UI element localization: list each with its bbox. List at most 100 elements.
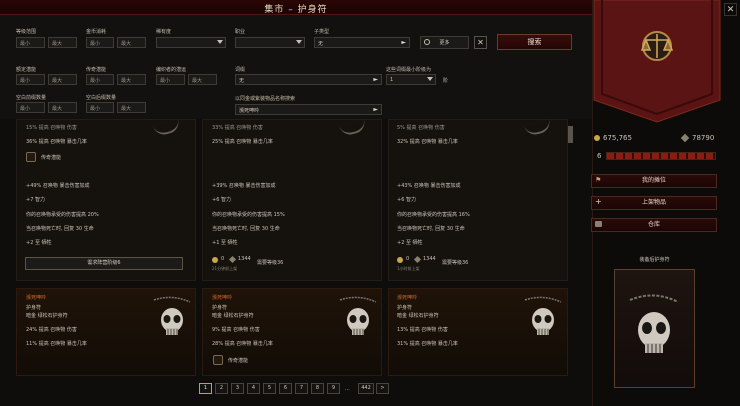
skull-amulet-icon [524,296,562,335]
affix-label: 词缀 [235,67,246,73]
card1-line-1: +7 智力 [26,197,45,203]
class-select[interactable] [235,37,305,48]
page-button-2[interactable]: 2 [215,383,228,394]
card1-line-2: 你的召唤物承受的伤害提高 20% [26,212,99,218]
results-scrollbar[interactable] [568,126,573,143]
card1-crit-line: 36% 提高 召唤物 暴击几率 [26,139,87,145]
card1-line-0: +49% 召唤物 暴击伤害加成 [26,183,90,189]
cost-max-input[interactable]: 最大 [117,37,146,48]
card4-subtype: 暗金 绿松石护身符 [26,313,68,319]
card4-type: 护身符 [26,305,42,311]
gold-potential-label: 额定潜能 [16,67,37,73]
subtype-select[interactable]: 无 ► [314,37,410,48]
card6-name: 濒死呻吟 [397,295,418,301]
skull-amulet-icon [339,296,377,335]
more-button[interactable]: 更多 [420,36,469,49]
legend-potential-label: 传奇潜能 [86,67,107,73]
thread-count-label: 编织者的潜运 [156,67,187,73]
card2-listed-time: 21分钟前上架 [212,266,238,271]
affix-select[interactable]: 无 ► [235,74,382,85]
card2-line-0: +39% 召唤物 暴击伤害加成 [212,183,276,189]
card2-stock: 0 [221,256,225,262]
faction-level: 6 [597,152,602,160]
page-button-3[interactable]: 3 [231,383,244,394]
legendary-potential-icon [26,152,36,162]
pagination-ellipsis: ... [345,386,350,392]
list-item-button[interactable]: 上架物品 [591,196,717,210]
thread-min-input[interactable]: 最小 [156,74,185,85]
card5-subtype: 暗金 绿松石护身符 [212,313,254,319]
gold-coin-icon [397,257,403,263]
card4-name: 濒死呻吟 [26,295,47,301]
chevron-down-icon [296,40,302,44]
plus-circle-icon [424,39,430,45]
card6-crit-line: 31% 提高 召唤物 暴击几率 [397,341,458,347]
card2-price: 1344 [238,256,251,262]
card1-legend-label: 传奇潜能 [41,155,62,161]
card4-damage-line: 24% 提高 召唤物 伤害 [26,327,77,333]
affix-min-level-select[interactable]: 1 [386,74,436,85]
cost-min-input[interactable]: 最小 [86,37,114,48]
storage-button[interactable]: 仓库 [591,218,717,232]
faction-requirement-button[interactable]: 需求阵营阶级6 [25,257,183,270]
affix-min-level-label: 这些词缀最小阶级为 [386,67,432,73]
rarity-select[interactable] [156,37,226,48]
next-page-button[interactable]: > [376,383,389,394]
level-min-input[interactable]: 最小 [16,37,45,48]
page-button-1[interactable]: 1 [199,383,212,394]
card1-partial-line: 15% 提高 召唤物 伤害 [26,125,77,131]
gold-coin-icon [212,257,218,263]
level-max-input[interactable]: 最大 [48,37,77,48]
card3-required-level: 需要等级36 [442,260,469,266]
chest-icon [595,221,602,227]
gold-potential-min-input[interactable]: 最小 [16,74,45,85]
thread-max-input[interactable]: 最大 [188,74,217,85]
page-button-8[interactable]: 8 [311,383,324,394]
clear-filters-close-icon[interactable]: ✕ [474,36,487,49]
chevron-down-icon [217,40,223,44]
empty-prefix-min-input[interactable]: 最小 [16,102,45,113]
card1-line-4: +2 至 牺牲 [26,240,52,246]
legend-potential-max-input[interactable]: 最大 [117,74,146,85]
level-range-label: 等级范围 [16,29,37,35]
empty-suffix-min-input[interactable]: 最小 [86,102,114,113]
card5-legend-label: 传奇潜能 [228,358,249,364]
page-button-6[interactable]: 6 [279,383,292,394]
skull-amulet-icon [629,294,679,353]
search-button[interactable]: 搜索 [497,34,572,50]
chevron-down-icon [427,77,433,81]
page-button-4[interactable]: 4 [247,383,260,394]
card2-line-3: 当召唤物死亡时, 回复 30 生命 [212,226,280,232]
empty-suffix-label: 空白后缀数量 [86,95,117,101]
close-window-icon[interactable]: ✕ [724,3,737,16]
legendary-potential-icon [213,355,223,365]
subtype-label: 子类型 [314,29,330,35]
card2-line-4: +1 至 牺牲 [212,240,238,246]
my-stall-button[interactable]: 我的摊位 [591,174,717,188]
card5-damage-line: 9% 提高 召唤物 伤害 [212,327,260,333]
page-button-last[interactable]: 442 [358,383,374,394]
empty-prefix-label: 空白前缀数量 [16,95,47,101]
gold-potential-max-input[interactable]: 最大 [48,74,77,85]
name-search-input[interactable]: 濒死呻吟 ► [235,104,382,115]
card3-crit-line: 32% 提高 召唤物 暴击几率 [397,139,458,145]
empty-suffix-max-input[interactable]: 最大 [117,102,146,113]
empty-prefix-max-input[interactable]: 最大 [48,102,77,113]
legend-potential-min-input[interactable]: 最小 [86,74,114,85]
page-button-9[interactable]: 9 [327,383,340,394]
card3-line-4: +2 至 牺牲 [397,240,423,246]
card2-required-level: 需要等级36 [257,260,284,266]
page-button-7[interactable]: 7 [295,383,308,394]
card3-partial-line: 5% 提高 召唤物 伤害 [397,125,445,131]
name-search-label: 以同金或紫装物品名称搜索 [235,96,296,102]
name-search-value: 濒死呻吟 [239,108,260,114]
affix-min-level-value: 1 [390,77,394,83]
card6-damage-line: 13% 提高 召唤物 伤害 [397,327,448,333]
card5-crit-line: 28% 提高 召唤物 暴击几率 [212,341,273,347]
card3-stock: 0 [406,256,410,262]
faction-banner-emblem [593,0,721,123]
card2-line-1: +6 智力 [212,197,231,203]
triangle-right-icon: ► [373,106,378,113]
page-button-5[interactable]: 5 [263,383,276,394]
card5-type: 护身符 [212,305,228,311]
